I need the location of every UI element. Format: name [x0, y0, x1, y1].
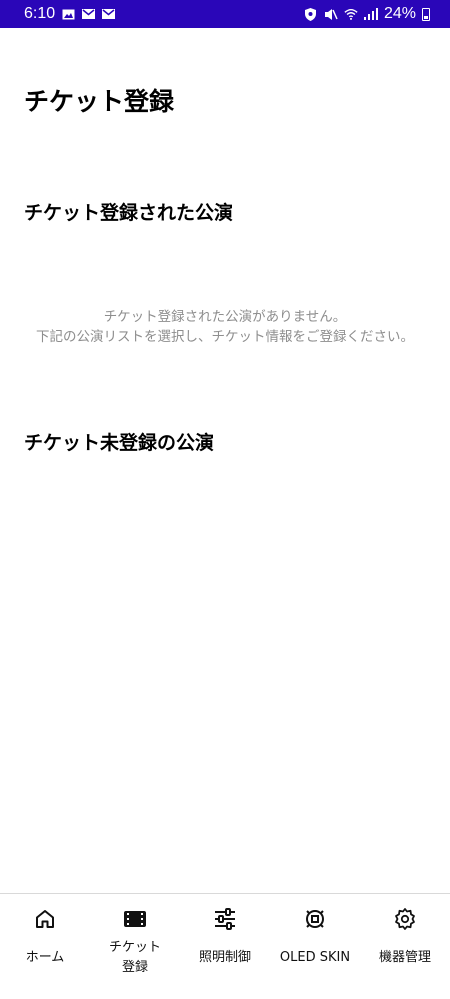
status-bar-left: 6:10	[24, 5, 115, 23]
status-bar: 6:10 24%	[0, 0, 450, 28]
nav-label-home: ホーム	[25, 950, 65, 965]
mail-icon	[81, 8, 95, 20]
nav-item-ticket[interactable]: チケット 登録	[90, 894, 180, 999]
home-icon	[32, 906, 58, 932]
shield-icon	[304, 7, 318, 21]
sliders-icon	[212, 906, 238, 932]
battery-percentage: 24%	[383, 5, 416, 22]
empty-message-line2: 下記の公演リストを選択し、チケット情報をご登録ください。	[36, 329, 414, 345]
nav-label-ticket: チケット 登録	[108, 940, 161, 975]
wifi-icon	[344, 8, 358, 20]
nav-label-oled-skin: OLED SKIN	[279, 950, 351, 965]
nav-item-home[interactable]: ホーム	[0, 894, 90, 999]
battery-icon	[422, 7, 430, 21]
unregistered-section-title: チケット未登録の公演	[24, 432, 215, 454]
nav-label-device: 機器管理	[378, 950, 431, 965]
status-bar-right: 24%	[304, 5, 430, 23]
signal-icon	[363, 8, 378, 20]
ticket-icon	[122, 906, 148, 932]
status-time: 6:10	[24, 5, 56, 22]
bottom-navigation: ホーム チケット 登録 照明制御 OLED SKIN 機器管理	[0, 893, 450, 999]
page-title: チケット登録	[24, 87, 175, 116]
mail-icon	[101, 8, 115, 20]
gear-icon	[392, 906, 418, 932]
image-icon	[61, 8, 75, 20]
nav-item-lighting[interactable]: 照明制御	[180, 894, 270, 999]
registered-section-title: チケット登録された公演	[24, 202, 234, 224]
nav-item-device[interactable]: 機器管理	[360, 894, 450, 999]
nav-label-lighting: 照明制御	[198, 950, 251, 965]
empty-message: チケット登録された公演がありません。 下記の公演リストを選択し、チケット情報をご…	[0, 307, 450, 347]
nav-item-oled-skin[interactable]: OLED SKIN	[270, 894, 360, 999]
oled-skin-icon	[302, 906, 328, 932]
empty-message-line1: チケット登録された公演がありません。	[103, 309, 347, 325]
mute-icon	[324, 8, 338, 20]
